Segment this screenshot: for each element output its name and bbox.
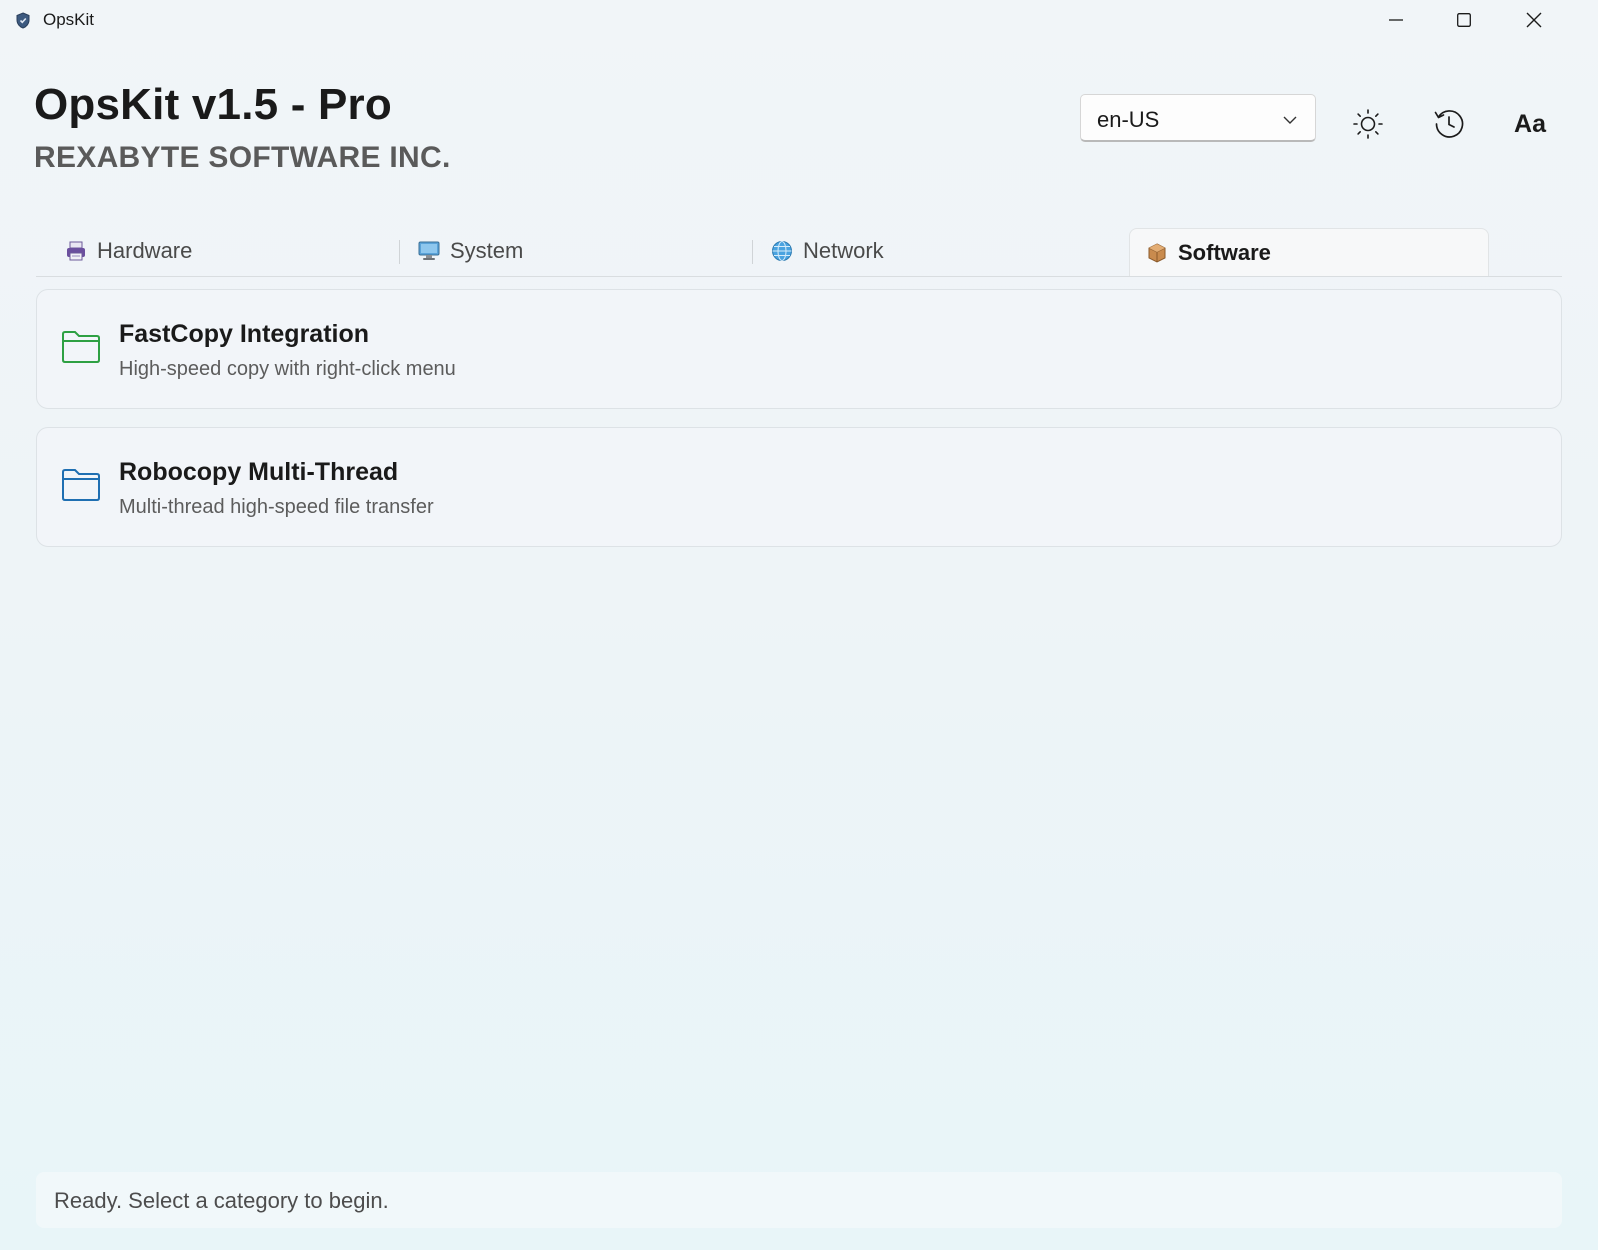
close-button[interactable]	[1500, 0, 1568, 40]
tab-software-label: Software	[1178, 239, 1271, 265]
status-bar: Ready. Select a category to begin.	[36, 1172, 1562, 1228]
close-icon	[1526, 12, 1542, 28]
tab-system[interactable]: System	[389, 228, 747, 274]
tab-hardware-label: Hardware	[97, 238, 193, 263]
company-name: REXABYTE SOFTWARE INC.	[34, 141, 451, 174]
tab-network[interactable]: Network	[742, 228, 1100, 274]
monitor-icon	[418, 240, 440, 262]
title-bar: OpsKit	[0, 0, 1598, 40]
tab-hardware[interactable]: Hardware	[36, 228, 394, 274]
category-tabs: Hardware System Network Software	[36, 228, 1562, 277]
tab-system-label: System	[450, 238, 524, 263]
font-size-button[interactable]: Aa	[1506, 100, 1554, 148]
folder-icon	[61, 468, 101, 507]
history-button[interactable]	[1425, 100, 1473, 148]
item-description: High-speed copy with right-click menu	[119, 358, 456, 380]
list-item-fastcopy[interactable]: FastCopy Integration High-speed copy wit…	[36, 289, 1562, 409]
history-icon	[1434, 110, 1464, 138]
item-description: Multi-thread high-speed file transfer	[119, 496, 434, 518]
tab-software[interactable]: Software	[1129, 228, 1489, 276]
maximize-button[interactable]	[1430, 0, 1498, 40]
status-text: Ready. Select a category to begin.	[54, 1188, 389, 1213]
sun-icon	[1353, 109, 1383, 139]
printer-icon	[65, 240, 87, 262]
language-selected-value: en-US	[1097, 107, 1160, 132]
item-title: FastCopy Integration	[119, 320, 370, 348]
item-title: Robocopy Multi-Thread	[119, 458, 399, 486]
minimize-icon	[1389, 19, 1403, 21]
globe-icon	[771, 240, 793, 262]
window-title: OpsKit	[43, 10, 95, 29]
theme-toggle-button[interactable]	[1344, 100, 1392, 148]
minimize-button[interactable]	[1362, 0, 1430, 40]
chevron-down-icon	[1283, 112, 1297, 130]
list-item-robocopy[interactable]: Robocopy Multi-Thread Multi-thread high-…	[36, 427, 1562, 547]
folder-icon	[61, 330, 101, 369]
package-icon	[1146, 242, 1168, 264]
language-select[interactable]: en-US	[1080, 94, 1316, 142]
app-title: OpsKit v1.5 - Pro	[34, 80, 392, 129]
font-size-label: Aa	[1514, 109, 1546, 138]
app-shield-icon	[15, 12, 31, 29]
tab-network-label: Network	[803, 238, 884, 263]
maximize-icon	[1457, 13, 1471, 27]
